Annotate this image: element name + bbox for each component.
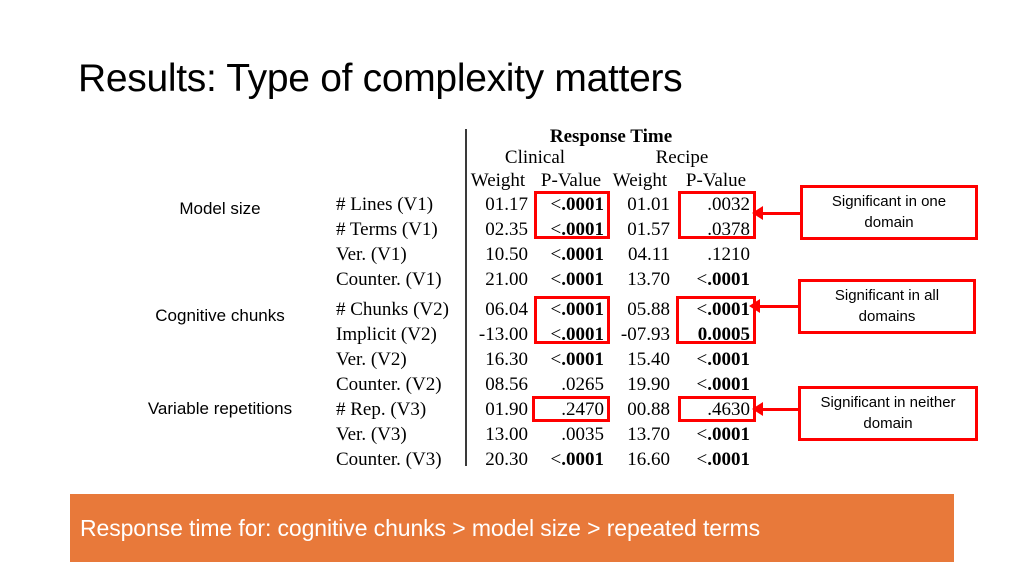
table-row-label: Ver. (V1) [336, 244, 407, 265]
cell-recipe-pvalue: .1210 [707, 244, 750, 265]
cell-clinical-weight: 10.50 [485, 244, 528, 265]
cell-recipe-pvalue: <.0001 [696, 424, 750, 445]
table-row-label: # Chunks (V2) [336, 299, 449, 320]
cell-clinical-weight: 01.90 [485, 399, 528, 420]
callout-text-one-domain: Significant in one domain [831, 193, 947, 231]
table-group-header-recipe: Recipe [655, 147, 709, 168]
cell-recipe-weight: 15.40 [627, 349, 670, 370]
cell-recipe-pvalue: .0378 [707, 219, 750, 240]
cell-recipe-weight: 13.70 [627, 269, 670, 290]
table-group-header-clinical: Clinical [504, 147, 566, 168]
table-row-label: Ver. (V3) [336, 424, 407, 445]
table-row: Ver. (V1) 10.50 <.0001 04.11 .1210 [336, 244, 756, 267]
cell-recipe-pvalue: .0032 [707, 194, 750, 215]
cell-clinical-pvalue: .0035 [561, 424, 604, 445]
table-row-label: Ver. (V2) [336, 349, 407, 370]
conclusion-banner-text: Response time for: cognitive chunks > mo… [80, 514, 761, 541]
cell-clinical-pvalue: <.0001 [550, 269, 604, 290]
column-header-clinical-pvalue: P-Value [540, 170, 602, 191]
column-header-clinical-weight: Weight [470, 170, 526, 191]
page-title: Results: Type of complexity matters [78, 57, 683, 100]
cell-recipe-weight: 05.88 [627, 299, 670, 320]
table-row: # Lines (V1) 01.17 <.0001 01.01 .0032 [336, 194, 756, 217]
category-label-model-size: Model size [179, 199, 261, 218]
cell-recipe-weight: 00.88 [627, 399, 670, 420]
table-row-label: # Lines (V1) [336, 194, 434, 215]
table-row: # Terms (V1) 02.35 <.0001 01.57 .0378 [336, 219, 756, 242]
category-label-cognitive-chunks: Cognitive chunks [155, 306, 285, 325]
cell-clinical-weight: -13.00 [478, 324, 528, 345]
cell-clinical-weight: 16.30 [485, 349, 528, 370]
cell-clinical-pvalue: <.0001 [550, 349, 604, 370]
cell-recipe-weight: -07.93 [620, 324, 670, 345]
arrow-head-all-domains [749, 299, 760, 313]
cell-recipe-weight: 01.01 [627, 194, 670, 215]
callout-significant-all-domains: Significant in all domains [798, 279, 976, 334]
category-label-variable-repetitions: Variable repetitions [147, 399, 293, 418]
cell-recipe-weight: 01.57 [627, 219, 670, 240]
cell-recipe-weight: 13.70 [627, 424, 670, 445]
cell-recipe-pvalue: .4630 [707, 399, 750, 420]
table-row: Counter. (V2) 08.56 .0265 19.90 <.0001 [336, 374, 756, 397]
cell-clinical-weight: 08.56 [485, 374, 528, 395]
cell-clinical-pvalue: <.0001 [550, 194, 604, 215]
callout-text-neither-domain: Significant in neither domain [820, 394, 956, 432]
table-row: Counter. (V3) 20.30 <.0001 16.60 <.0001 [336, 449, 756, 472]
table-row: Ver. (V3) 13.00 .0035 13.70 <.0001 [336, 424, 756, 447]
cell-clinical-weight: 02.35 [485, 219, 528, 240]
arrow-head-neither-domain [752, 402, 763, 416]
table-super-header: Response Time [549, 126, 673, 147]
cell-clinical-pvalue: <.0001 [550, 219, 604, 240]
table-row-label: Implicit (V2) [336, 324, 437, 345]
table-row: Implicit (V2) -13.00 <.0001 -07.93 0.0005 [336, 324, 756, 347]
cell-clinical-pvalue: .2470 [561, 399, 604, 420]
table-row: Counter. (V1) 21.00 <.0001 13.70 <.0001 [336, 269, 756, 292]
cell-clinical-pvalue: .0265 [561, 374, 604, 395]
cell-clinical-weight: 01.17 [485, 194, 528, 215]
callout-significant-one-domain: Significant in one domain [800, 185, 978, 240]
table-row-label: Counter. (V3) [336, 449, 442, 470]
cell-clinical-pvalue: <.0001 [550, 299, 604, 320]
cell-recipe-pvalue: <.0001 [696, 299, 750, 320]
cell-clinical-pvalue: <.0001 [550, 449, 604, 470]
column-header-recipe-pvalue: P-Value [685, 170, 747, 191]
cell-recipe-pvalue: <.0001 [696, 449, 750, 470]
cell-recipe-pvalue: 0.0005 [697, 324, 750, 345]
cell-recipe-weight: 19.90 [627, 374, 670, 395]
column-header-recipe-weight: Weight [612, 170, 668, 191]
conclusion-banner: Response time for: cognitive chunks > mo… [70, 494, 954, 562]
cell-clinical-weight: 13.00 [485, 424, 528, 445]
table-row-label: Counter. (V2) [336, 374, 442, 395]
table-row: # Rep. (V3) 01.90 .2470 00.88 .4630 [336, 399, 756, 422]
cell-recipe-weight: 04.11 [627, 244, 670, 265]
table-row-label: # Terms (V1) [336, 219, 438, 240]
cell-clinical-pvalue: <.0001 [550, 324, 604, 345]
callout-text-all-domains: Significant in all domains [834, 287, 940, 325]
table-row-label: Counter. (V1) [336, 269, 442, 290]
cell-clinical-weight: 20.30 [485, 449, 528, 470]
cell-recipe-pvalue: <.0001 [696, 349, 750, 370]
callout-significant-neither-domain: Significant in neither domain [798, 386, 978, 441]
cell-recipe-pvalue: <.0001 [696, 269, 750, 290]
cell-clinical-pvalue: <.0001 [550, 244, 604, 265]
cell-recipe-pvalue: <.0001 [696, 374, 750, 395]
table-row-label: # Rep. (V3) [336, 399, 427, 420]
arrow-head-one-domain [752, 206, 763, 220]
slide-canvas: Results: Type of complexity matters Mode… [0, 0, 1024, 576]
table-row: Ver. (V2) 16.30 <.0001 15.40 <.0001 [336, 349, 756, 372]
cell-clinical-weight: 21.00 [485, 269, 528, 290]
cell-clinical-weight: 06.04 [485, 299, 528, 320]
table-row: # Chunks (V2) 06.04 <.0001 05.88 <.0001 [336, 299, 756, 322]
cell-recipe-weight: 16.60 [627, 449, 670, 470]
